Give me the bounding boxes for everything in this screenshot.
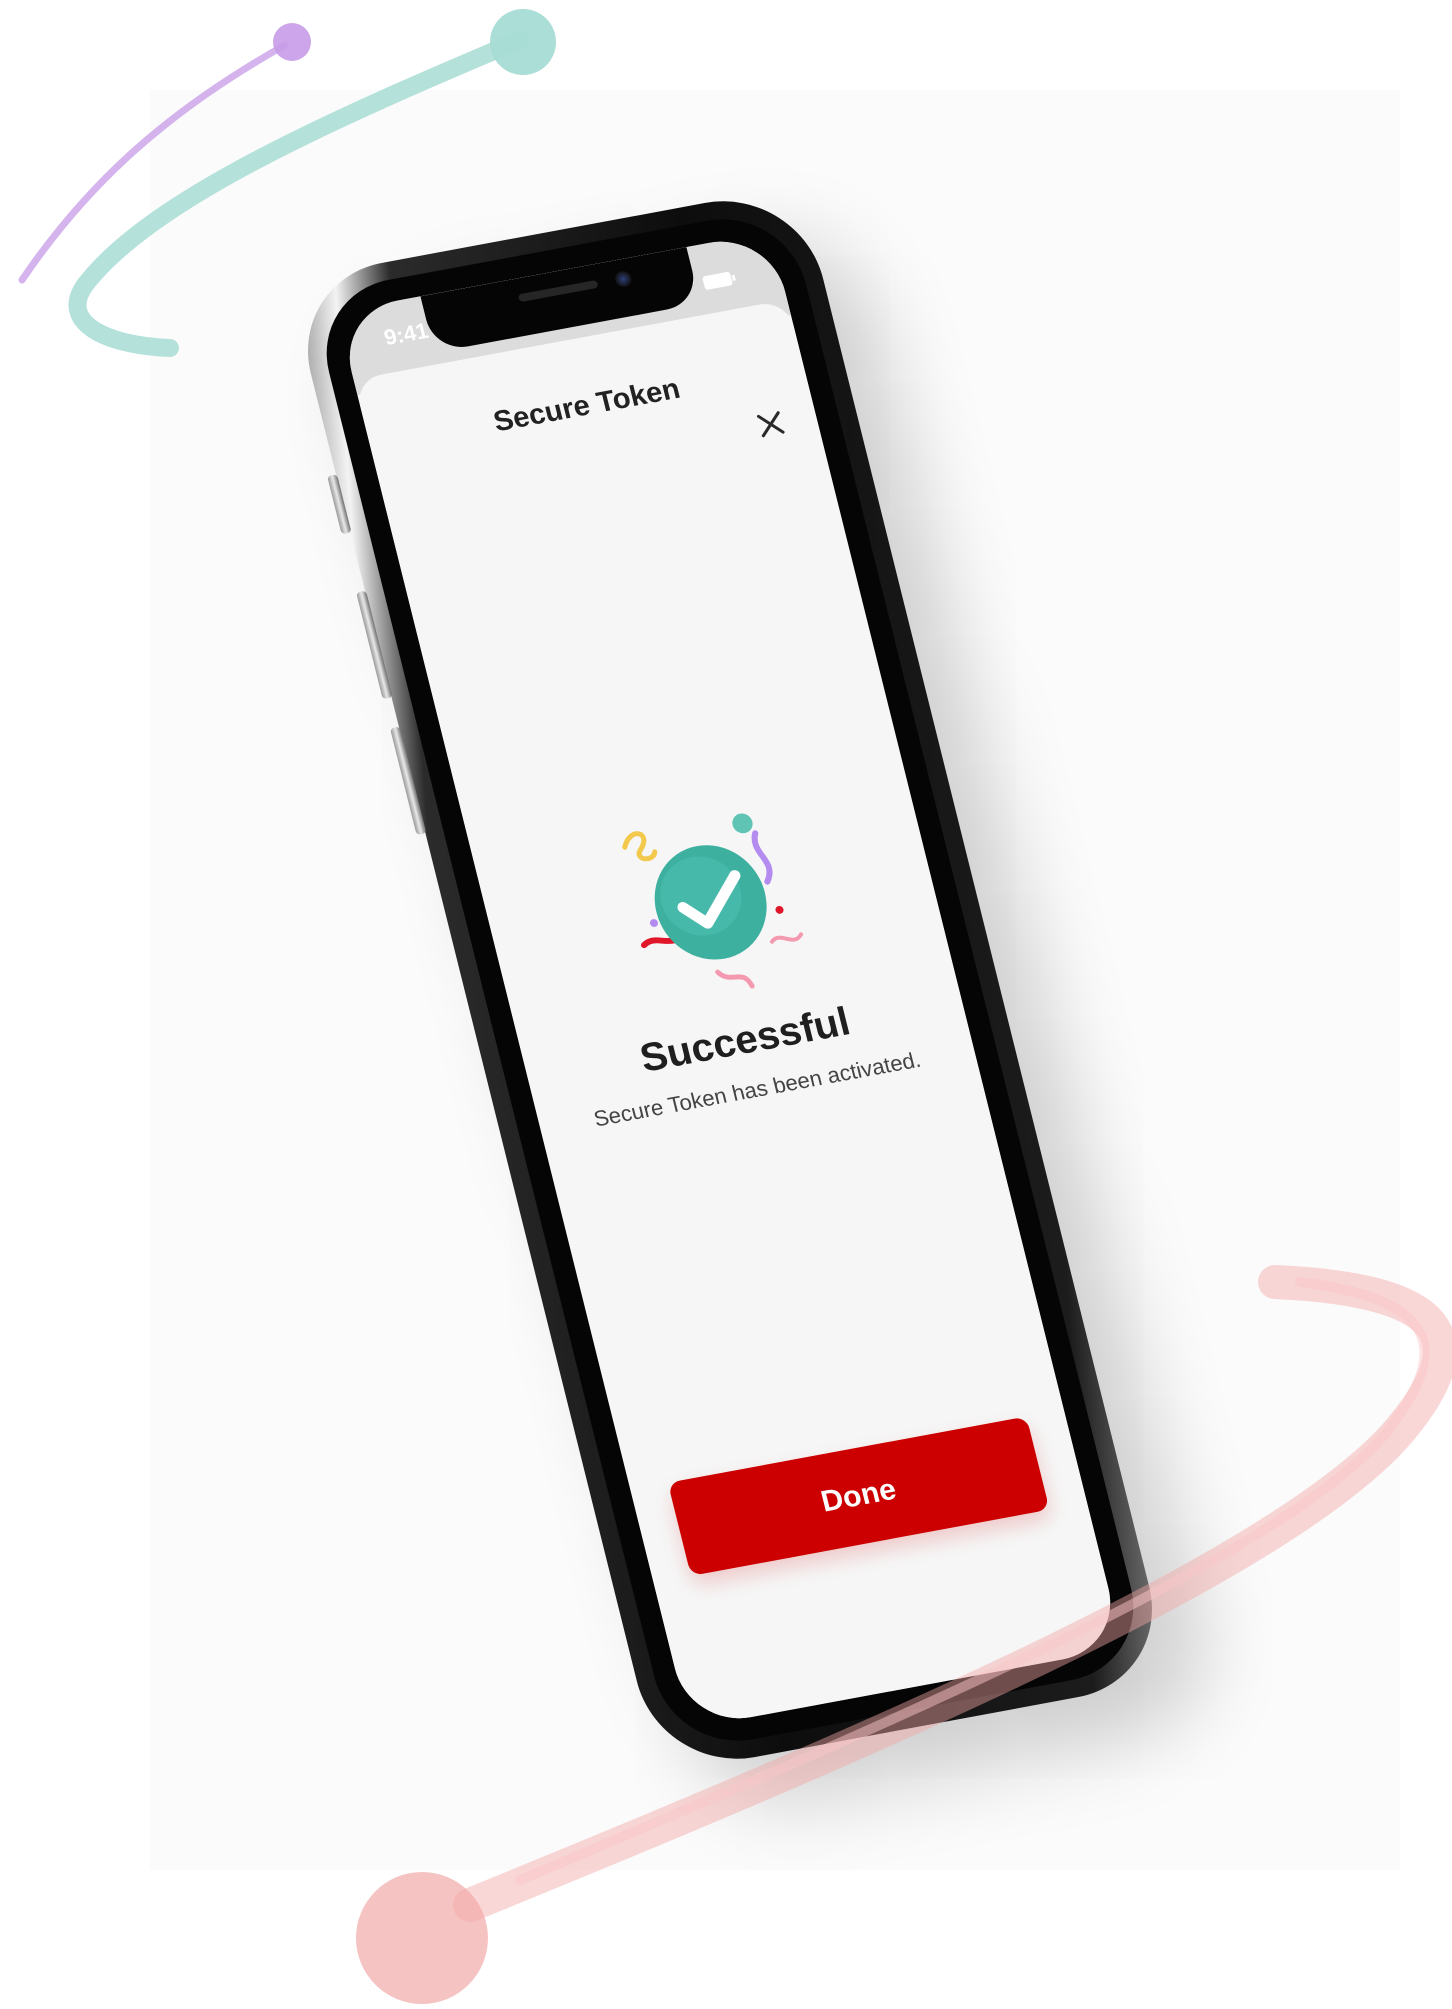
success-check-confetti-icon	[622, 813, 804, 989]
earpiece-speaker	[517, 279, 599, 303]
close-icon[interactable]	[754, 408, 788, 440]
purple-orbit-dot	[273, 23, 311, 61]
battery-icon	[702, 272, 736, 290]
status-time: 9:41	[381, 317, 431, 351]
close-button[interactable]	[744, 399, 798, 450]
front-camera	[613, 269, 634, 289]
teal-orbit-dot	[490, 9, 556, 75]
done-button[interactable]: Done	[667, 1416, 1050, 1577]
marketing-stage: 9:41 Secure Token Successful Secure Toke…	[0, 0, 1452, 2009]
sheet-title: Secure Token	[490, 372, 684, 439]
pink-orbit-dot	[356, 1872, 488, 2004]
